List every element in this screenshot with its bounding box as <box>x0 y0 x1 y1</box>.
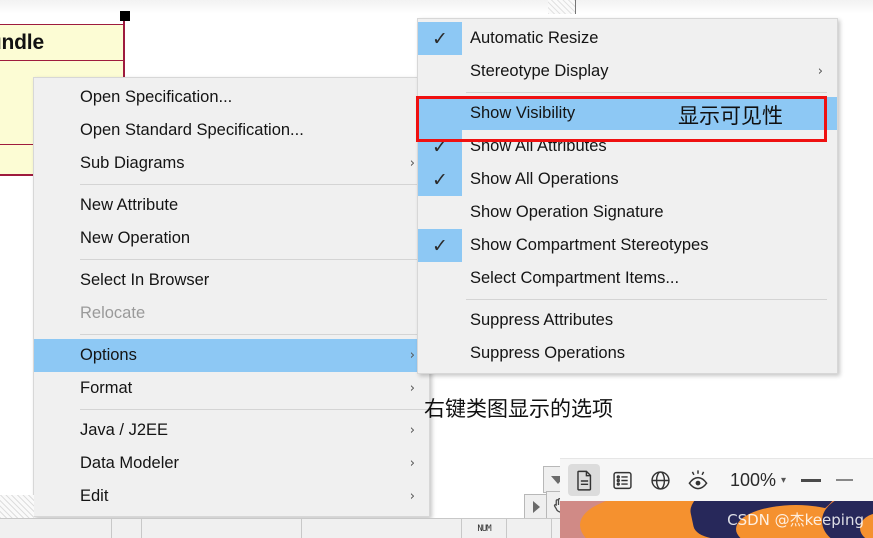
context-menu-item[interactable]: Options › <box>34 339 429 372</box>
options-menu-item[interactable]: ✓ Show Compartment Stereotypes <box>418 229 837 262</box>
context-menu-item-label: Relocate <box>80 304 146 322</box>
status-resize-hatch <box>0 495 34 518</box>
options-menu-item-label: Automatic Resize <box>470 29 599 47</box>
context-menu-item-label: Options <box>80 346 137 364</box>
options-menu-item[interactable]: Stereotype Display › <box>418 55 837 88</box>
submenu-chevron-icon: › <box>409 489 415 504</box>
context-menu-item-label: Java / J2EE <box>80 421 169 439</box>
checkbox-empty-icon[interactable] <box>418 97 462 130</box>
status-bar-cell <box>0 519 112 538</box>
options-menu-item[interactable]: ✓ Show All Operations <box>418 163 837 196</box>
checkbox-empty-icon[interactable] <box>418 304 462 337</box>
status-bar: NUM <box>0 518 560 538</box>
submenu-chevron-icon: › <box>817 64 823 79</box>
annotation-show-visibility: 显示可见性 <box>678 104 783 128</box>
eye-read-aloud-icon[interactable] <box>682 464 714 496</box>
checkmark-icon[interactable]: ✓ <box>418 229 462 262</box>
context-menu-item[interactable]: Java / J2EE › <box>34 414 429 447</box>
menu-separator <box>80 334 429 335</box>
checkmark-icon[interactable]: ✓ <box>418 130 462 163</box>
annotation-context-menu: 右键类图显示的选项 <box>424 397 613 421</box>
menu-separator <box>466 92 827 93</box>
triangle-right-glyph <box>533 500 540 513</box>
context-menu-item[interactable]: Edit › <box>34 480 429 513</box>
checkmark-icon[interactable]: ✓ <box>418 163 462 196</box>
options-menu-item[interactable]: ✓ Show All Attributes <box>418 130 837 163</box>
uml-connector-stem <box>123 21 125 80</box>
options-menu-item-label: Suppress Operations <box>470 344 626 362</box>
ruler-hatch-marker <box>548 0 575 14</box>
options-menu-item[interactable]: Select Compartment Items... <box>418 262 837 295</box>
context-menu-item[interactable]: New Operation <box>34 222 429 255</box>
viewer-bottom-toolbar[interactable]: 100% ▾ <box>560 458 873 501</box>
context-menu-item-label: Format <box>80 379 133 397</box>
menu-separator <box>80 184 429 185</box>
globe-icon[interactable] <box>644 464 676 496</box>
checkbox-empty-icon[interactable] <box>418 55 462 88</box>
checkbox-empty-icon[interactable] <box>418 262 462 295</box>
options-menu-item[interactable]: Suppress Attributes <box>418 304 837 337</box>
options-menu-item[interactable]: ✓ Automatic Resize <box>418 22 837 55</box>
context-menu-item-label: Edit <box>80 487 109 505</box>
minus-icon[interactable] <box>801 478 822 482</box>
options-menu-item[interactable]: Show Operation Signature <box>418 196 837 229</box>
menu-separator <box>80 409 429 410</box>
context-menu-item-label: Sub Diagrams <box>80 154 185 172</box>
options-menu-item-label: Select Compartment Items... <box>470 269 680 287</box>
context-menu-item[interactable]: Open Standard Specification... <box>34 114 429 147</box>
options-menu-item[interactable]: Suppress Operations <box>418 337 837 370</box>
context-menu-item[interactable]: Select In Browser <box>34 264 429 297</box>
list-view-icon[interactable] <box>606 464 638 496</box>
options-submenu[interactable]: ✓ Automatic Resize Stereotype Display › Show… <box>417 18 838 374</box>
status-bar-cell <box>142 519 302 538</box>
top-ruler-band <box>0 0 873 14</box>
checkbox-empty-icon[interactable] <box>418 196 462 229</box>
context-menu-item[interactable]: Data Modeler › <box>34 447 429 480</box>
menu-separator <box>80 259 429 260</box>
watermark-text: CSDN @杰keeping <box>727 511 864 529</box>
context-menu-item[interactable]: Open Specification... <box>34 81 429 114</box>
context-menu-item-label: Select In Browser <box>80 271 210 289</box>
options-menu-item-label: Show All Operations <box>470 170 619 188</box>
context-menu-item[interactable]: New Attribute <box>34 189 429 222</box>
zoom-slider-track[interactable] <box>836 479 854 481</box>
context-menu-item-label: Open Standard Specification... <box>80 121 304 139</box>
status-bar-cell <box>112 519 142 538</box>
context-menu-item[interactable]: Format › <box>34 372 429 405</box>
context-menu-item[interactable]: Sub Diagrams › <box>34 147 429 180</box>
resize-handle-icon[interactable] <box>120 11 130 21</box>
options-menu-item-label: Show Compartment Stereotypes <box>470 236 709 254</box>
options-menu-item-label: Show Operation Signature <box>470 203 664 221</box>
submenu-chevron-icon: › <box>409 456 415 471</box>
canvas-vertical-divider <box>575 0 576 14</box>
zoom-level-value: 100% <box>730 469 777 490</box>
class-context-menu[interactable]: Open Specification... Open Standard Speci… <box>33 77 430 517</box>
checkmark-icon[interactable]: ✓ <box>418 22 462 55</box>
status-bar-cell <box>507 519 552 538</box>
status-bar-cell: NUM <box>462 519 507 538</box>
context-menu-item-label: Open Specification... <box>80 88 233 106</box>
options-menu-item-label: Suppress Attributes <box>470 311 614 329</box>
context-menu-item-label: New Operation <box>80 229 191 247</box>
zoom-level-control[interactable]: 100% ▾ <box>730 470 786 491</box>
checkbox-empty-icon[interactable] <box>418 337 462 370</box>
context-menu-item: Relocate <box>34 297 429 330</box>
document-page-icon[interactable] <box>568 464 600 496</box>
options-menu-item-label: Stereotype Display <box>470 62 609 80</box>
context-menu-item-label: New Attribute <box>80 196 179 214</box>
submenu-chevron-icon: › <box>409 423 415 438</box>
chevron-down-icon[interactable]: ▾ <box>781 475 786 486</box>
uml-class-name: csBundle <box>0 25 123 61</box>
context-menu-item-label: Data Modeler <box>80 454 180 472</box>
menu-separator <box>466 299 827 300</box>
screenshot-root: csBundle Open Specification... Open Stand… <box>0 0 873 538</box>
background-artwork: CSDN @杰keeping <box>560 501 873 538</box>
status-bar-cell <box>302 519 462 538</box>
options-menu-item-label: Show All Attributes <box>470 137 607 155</box>
